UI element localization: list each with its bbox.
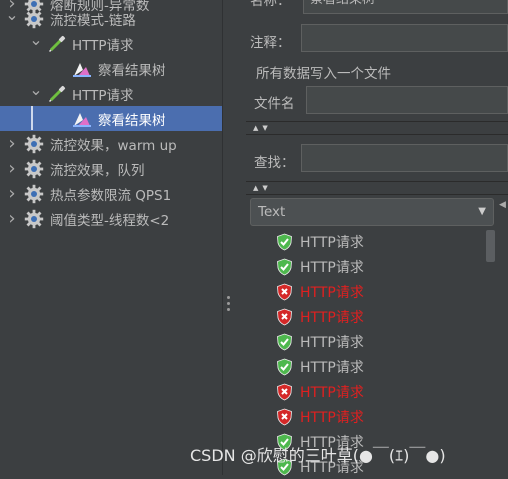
gear-icon bbox=[24, 9, 44, 29]
tree-node[interactable]: › 流控效果，warm up bbox=[0, 131, 222, 156]
gear-icon bbox=[24, 184, 44, 204]
error-shield-icon bbox=[276, 308, 293, 326]
result-label: HTTP请求 bbox=[300, 409, 364, 426]
success-shield-icon bbox=[276, 358, 293, 376]
renderer-select[interactable]: Text ▼ bbox=[250, 198, 494, 226]
chevron-down-icon[interactable]: ⌄ bbox=[29, 80, 42, 99]
results-scrollbar-thumb[interactable] bbox=[486, 230, 495, 262]
error-shield-icon bbox=[276, 283, 293, 301]
section-divider bbox=[246, 134, 508, 135]
tree-connector-line bbox=[31, 106, 33, 130]
write-all-section-title: 所有数据写入一个文件 bbox=[256, 66, 391, 82]
error-shield-icon bbox=[276, 408, 293, 426]
tree-node-label: 流控效果，warm up bbox=[50, 137, 177, 154]
drag-handle-icon[interactable] bbox=[227, 296, 231, 312]
renderer-select-value: Text bbox=[258, 204, 286, 220]
section-divider bbox=[246, 194, 508, 195]
split-pane-divider[interactable] bbox=[222, 0, 247, 475]
tree-node[interactable]: › 热点参数限流 QPS1 bbox=[0, 181, 222, 206]
result-item[interactable]: HTTP请求 bbox=[276, 229, 364, 254]
success-shield-icon bbox=[276, 233, 293, 251]
result-label: HTTP请求 bbox=[300, 309, 364, 326]
chevron-right-icon[interactable]: › bbox=[6, 183, 18, 204]
tree-node-label: 察看结果树 bbox=[98, 112, 166, 129]
name-field[interactable]: 察看结果树 bbox=[303, 0, 508, 14]
chevron-down-icon: ▼ bbox=[478, 206, 486, 217]
test-plan-tree[interactable]: › 熔断规则-异常数 ⌄ 流控模式-链路 ⌄ HTTP请求 察看结果树 ⌄ HTTP请求 察看结果… bbox=[0, 0, 222, 475]
result-item[interactable]: HTTP请求 bbox=[276, 254, 364, 279]
chevron-right-icon[interactable]: › bbox=[6, 158, 18, 179]
chevron-down-icon[interactable]: ⌄ bbox=[29, 30, 42, 49]
tree-node[interactable]: › 流控效果，队列 bbox=[0, 156, 222, 181]
result-label: HTTP请求 bbox=[300, 259, 364, 276]
comment-label: 注释： bbox=[250, 35, 291, 51]
chevron-left-icon[interactable]: ◀ bbox=[499, 200, 506, 210]
gear-icon bbox=[24, 209, 44, 229]
chevron-right-icon[interactable]: › bbox=[6, 133, 18, 154]
chevron-down-icon[interactable]: ⌄ bbox=[5, 5, 18, 24]
result-label: HTTP请求 bbox=[300, 359, 364, 376]
tree-node-label: 察看结果树 bbox=[98, 62, 166, 79]
error-shield-icon bbox=[276, 383, 293, 401]
result-label: HTTP请求 bbox=[300, 384, 364, 401]
result-label: HTTP请求 bbox=[300, 234, 364, 251]
tree-node-label: 热点参数限流 QPS1 bbox=[50, 187, 172, 204]
chevron-right-icon[interactable]: › bbox=[6, 208, 18, 229]
tree-node[interactable]: ⌄ HTTP请求 bbox=[0, 80, 222, 106]
tree-node-label: 流控效果，队列 bbox=[50, 162, 145, 179]
collapse-arrows-icon[interactable]: ▲▼ bbox=[253, 184, 272, 192]
results-tree-icon bbox=[72, 110, 92, 128]
tree-node-label: HTTP请求 bbox=[72, 37, 134, 54]
result-label: HTTP请求 bbox=[300, 284, 364, 301]
result-item[interactable]: HTTP请求 bbox=[276, 279, 364, 304]
collapse-arrows-icon[interactable]: ▲▼ bbox=[253, 124, 272, 132]
search-label: 查找： bbox=[254, 155, 295, 171]
result-item[interactable]: HTTP请求 bbox=[276, 354, 364, 379]
tree-node[interactable]: › 阈值类型-线程数<2 bbox=[0, 206, 222, 231]
result-item[interactable]: HTTP请求 bbox=[276, 329, 364, 354]
search-field[interactable] bbox=[301, 144, 508, 172]
success-shield-icon bbox=[276, 333, 293, 351]
success-shield-icon bbox=[276, 258, 293, 276]
tree-node-label: 阈值类型-线程数<2 bbox=[50, 212, 170, 229]
gear-icon bbox=[24, 134, 44, 154]
filename-field[interactable] bbox=[306, 86, 508, 114]
section-divider bbox=[246, 121, 508, 122]
name-label: 名称： bbox=[250, 0, 291, 9]
tree-node[interactable]: ⌄ HTTP请求 bbox=[0, 30, 222, 56]
comment-field[interactable] bbox=[301, 24, 508, 52]
tree-node[interactable]: 察看结果树 bbox=[0, 56, 222, 81]
tree-node[interactable]: ⌄ 流控模式-链路 bbox=[0, 5, 222, 31]
watermark: CSDN @欣慰的三叶草(●￣(ｴ)￣●) bbox=[190, 446, 446, 465]
result-item[interactable]: HTTP请求 bbox=[276, 304, 364, 329]
pipette-icon bbox=[48, 85, 66, 103]
tree-node-label: HTTP请求 bbox=[72, 87, 134, 104]
results-tree-icon bbox=[72, 60, 92, 78]
gear-icon bbox=[24, 159, 44, 179]
section-divider bbox=[246, 181, 508, 182]
result-item[interactable]: HTTP请求 bbox=[276, 379, 364, 404]
result-item[interactable]: HTTP请求 bbox=[276, 404, 364, 429]
result-label: HTTP请求 bbox=[300, 334, 364, 351]
tree-node[interactable]: 察看结果树 bbox=[0, 106, 222, 131]
filename-label: 文件名 bbox=[254, 96, 295, 112]
pipette-icon bbox=[48, 35, 66, 53]
tree-node-label: 流控模式-链路 bbox=[50, 12, 136, 29]
